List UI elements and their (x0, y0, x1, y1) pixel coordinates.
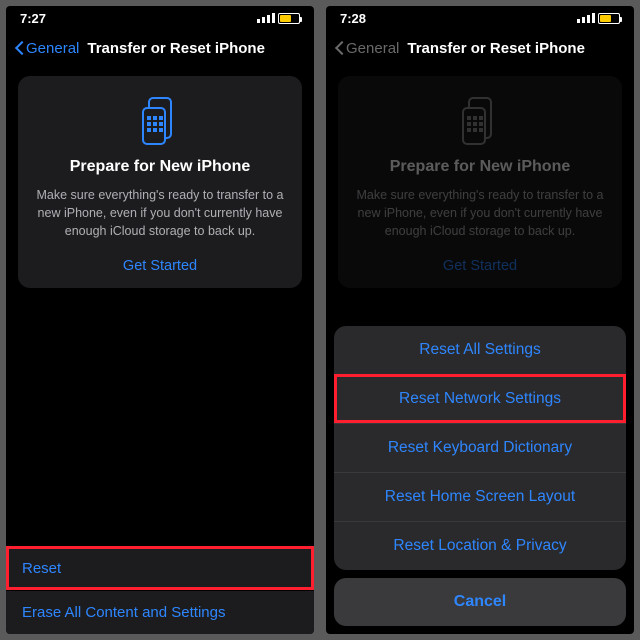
status-indicators (257, 13, 300, 24)
back-button[interactable]: General (334, 40, 399, 57)
option-label: Reset Network Settings (399, 390, 561, 407)
card-title: Prepare for New iPhone (32, 158, 288, 176)
signal-icon (257, 13, 275, 23)
chevron-left-icon (334, 40, 344, 56)
card-body: Make sure everything's ready to transfer… (32, 186, 288, 240)
screenshot-right: 7:28 General Transfer or Reset iPhone (326, 6, 634, 634)
get-started-button[interactable]: Get Started (32, 258, 288, 274)
status-time: 7:28 (340, 11, 366, 26)
option-label: Reset All Settings (419, 341, 540, 358)
page-title: Transfer or Reset iPhone (87, 40, 265, 57)
back-button[interactable]: General (14, 40, 79, 57)
reset-keyboard-dictionary-button[interactable]: Reset Keyboard Dictionary (334, 423, 626, 472)
reset-row[interactable]: Reset (6, 546, 314, 590)
page-title: Transfer or Reset iPhone (407, 40, 585, 57)
reset-label: Reset (22, 560, 61, 577)
status-indicators (577, 13, 620, 24)
battery-icon (598, 13, 620, 24)
status-time: 7:27 (20, 11, 46, 26)
reset-location-privacy-button[interactable]: Reset Location & Privacy (334, 521, 626, 570)
chevron-left-icon (14, 40, 24, 56)
prepare-card: Prepare for New iPhone Make sure everyth… (18, 76, 302, 288)
erase-row[interactable]: Erase All Content and Settings (6, 590, 314, 634)
status-bar: 7:27 (6, 6, 314, 30)
nav-bar: General Transfer or Reset iPhone (326, 30, 634, 66)
cancel-label: Cancel (454, 593, 506, 610)
nav-bar: General Transfer or Reset iPhone (6, 30, 314, 66)
transfer-phones-icon (32, 94, 288, 148)
reset-home-screen-layout-button[interactable]: Reset Home Screen Layout (334, 472, 626, 521)
sheet-options: Reset All Settings Reset Network Setting… (334, 326, 626, 570)
back-label: General (26, 40, 79, 57)
bottom-list: Reset Erase All Content and Settings (6, 546, 314, 634)
back-label: General (346, 40, 399, 57)
reset-all-settings-button[interactable]: Reset All Settings (334, 326, 626, 374)
option-label: Reset Home Screen Layout (385, 488, 575, 505)
battery-icon (278, 13, 300, 24)
cancel-button[interactable]: Cancel (334, 578, 626, 626)
option-label: Reset Keyboard Dictionary (388, 439, 572, 456)
erase-label: Erase All Content and Settings (22, 604, 225, 621)
status-bar: 7:28 (326, 6, 634, 30)
signal-icon (577, 13, 595, 23)
content-area: Prepare for New iPhone Make sure everyth… (326, 66, 634, 634)
content-area: Prepare for New iPhone Make sure everyth… (6, 66, 314, 634)
reset-network-settings-button[interactable]: Reset Network Settings (334, 374, 626, 423)
reset-action-sheet: Reset All Settings Reset Network Setting… (334, 326, 626, 626)
screenshot-left: 7:27 General Transfer or Reset iPhone (6, 6, 314, 634)
option-label: Reset Location & Privacy (393, 537, 566, 554)
